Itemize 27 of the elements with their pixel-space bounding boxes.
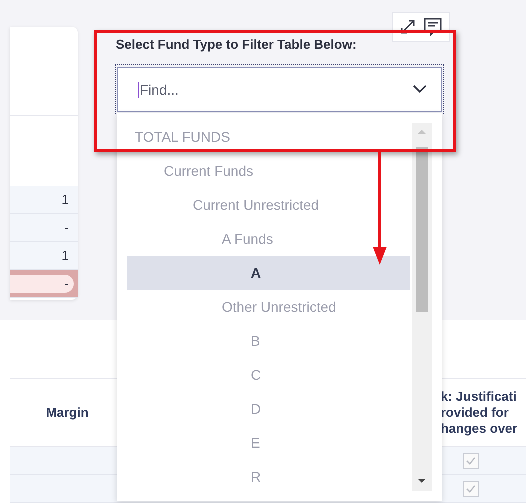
dropdown-option[interactable]: TOTAL FUNDS — [127, 120, 410, 154]
dropdown-option[interactable]: E — [127, 426, 410, 460]
filter-label: Select Fund Type to Filter Table Below: — [116, 37, 357, 52]
table-cell: - — [10, 270, 78, 298]
checkbox[interactable] — [463, 480, 479, 496]
comment-icon[interactable] — [423, 17, 443, 37]
scroll-down-icon[interactable] — [416, 477, 428, 485]
check-icon — [466, 484, 476, 492]
checkbox[interactable] — [463, 452, 479, 468]
dropdown-option[interactable]: Current Unrestricted — [127, 188, 410, 222]
dropdown-option[interactable]: C — [127, 358, 410, 392]
dropdown-option[interactable]: B — [127, 324, 410, 358]
dropdown-option[interactable]: R — [127, 460, 410, 494]
table-cell: - — [10, 214, 78, 242]
table-cell: 1 — [10, 186, 78, 214]
dropdown-option[interactable]: Current Funds — [127, 154, 410, 188]
check-icon — [466, 456, 476, 464]
chevron-icon[interactable] — [413, 85, 427, 94]
dropdown-option[interactable]: Other Unrestricted — [127, 290, 410, 324]
column-header: k: Justificati rovided for hanges over — [441, 388, 518, 438]
dropdown-option[interactable]: A — [127, 256, 410, 290]
search-field[interactable]: Find... — [117, 67, 442, 112]
dropdown-option[interactable]: D — [127, 392, 410, 426]
dropdown-option[interactable]: A Funds — [127, 222, 410, 256]
column-header: Margin — [45, 404, 90, 422]
table-cell: 1 — [10, 242, 78, 270]
scrollbar[interactable] — [412, 123, 432, 491]
